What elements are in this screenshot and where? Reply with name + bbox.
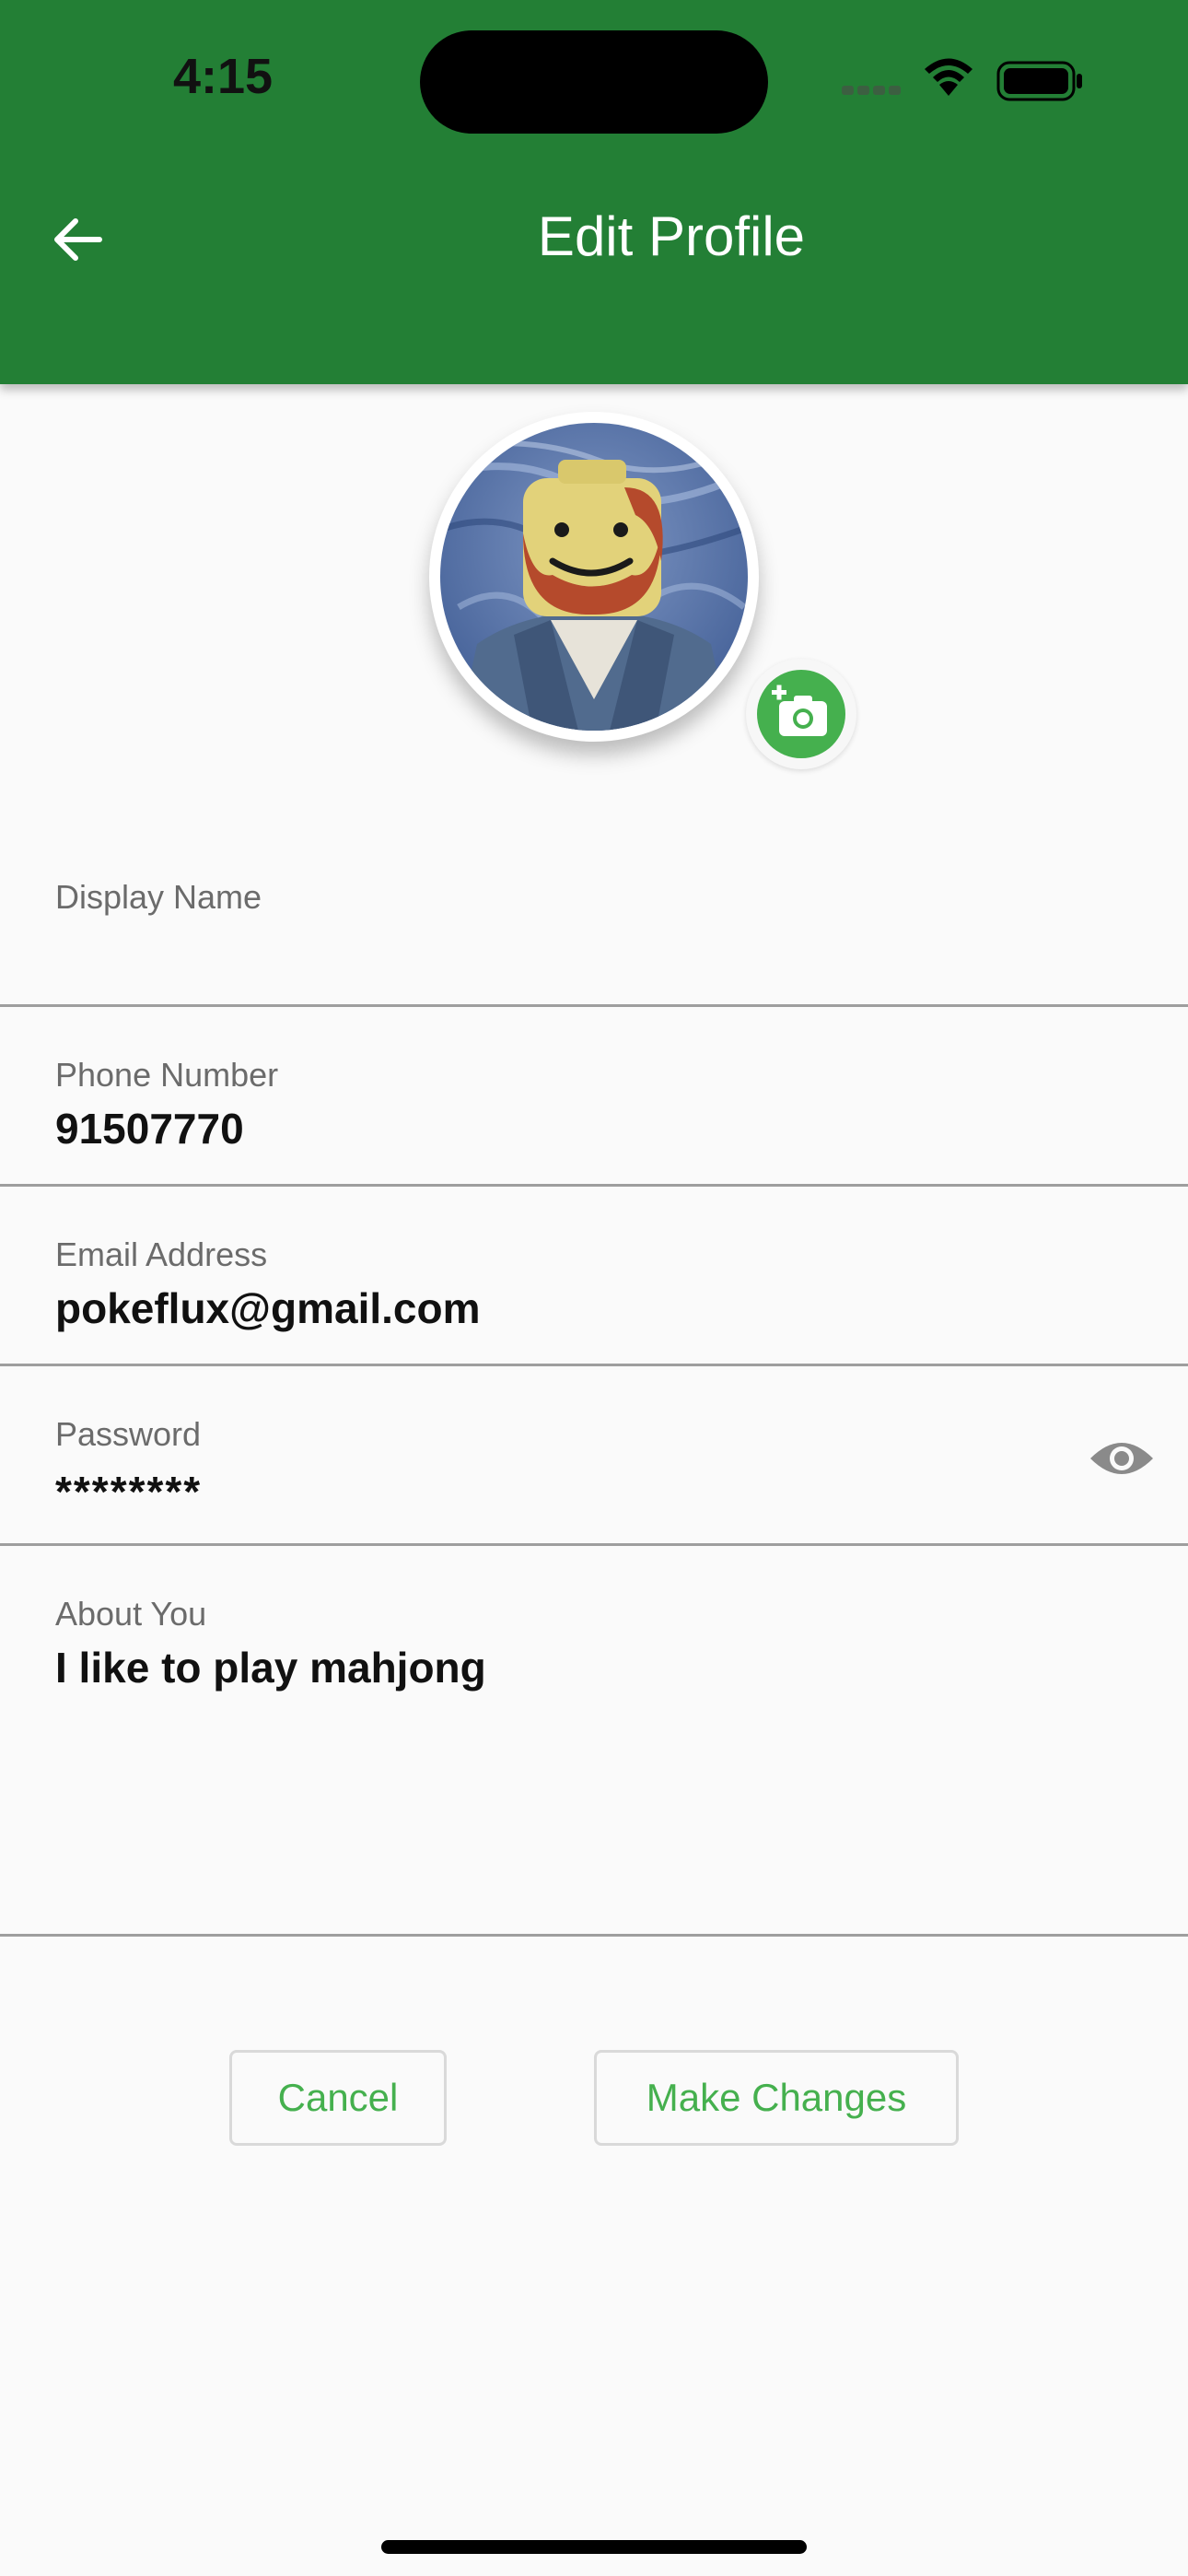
password-value: ******** bbox=[55, 1468, 203, 1516]
email-field[interactable]: Email Address pokeflux@gmail.com bbox=[0, 1184, 1188, 1366]
email-value: pokeflux@gmail.com bbox=[55, 1284, 481, 1332]
app-bar: 4:15 Edit Profile bbox=[0, 0, 1188, 384]
dynamic-island bbox=[420, 30, 768, 134]
display-name-field[interactable]: Display Name bbox=[0, 820, 1188, 1007]
about-value: I like to play mahjong bbox=[55, 1644, 486, 1692]
phone-number-field[interactable]: Phone Number 91507770 bbox=[0, 1004, 1188, 1187]
page-title: Edit Profile bbox=[537, 205, 806, 267]
avatar-image bbox=[440, 423, 748, 731]
add-photo-camera-icon bbox=[757, 670, 845, 758]
display-name-label: Display Name bbox=[55, 878, 262, 916]
change-photo-button[interactable] bbox=[746, 659, 856, 769]
password-label: Password bbox=[55, 1415, 202, 1453]
about-label: About You bbox=[55, 1595, 207, 1633]
phone-number-value: 91507770 bbox=[55, 1105, 244, 1153]
cancel-button[interactable]: Cancel bbox=[229, 2050, 447, 2146]
status-time: 4:15 bbox=[173, 49, 274, 104]
make-changes-button[interactable]: Make Changes bbox=[594, 2050, 959, 2146]
email-label: Email Address bbox=[55, 1235, 268, 1273]
phone-number-label: Phone Number bbox=[55, 1056, 279, 1094]
about-field[interactable]: About You I like to play mahjong bbox=[0, 1543, 1188, 1937]
eye-icon[interactable] bbox=[1089, 1434, 1155, 1482]
battery-icon bbox=[996, 61, 1082, 101]
cellular-signal-icon bbox=[842, 83, 904, 100]
status-icons bbox=[838, 55, 1087, 107]
avatar[interactable] bbox=[429, 412, 759, 742]
password-field[interactable]: Password ******** bbox=[0, 1364, 1188, 1546]
wifi-icon bbox=[925, 58, 973, 96]
home-indicator bbox=[381, 2540, 807, 2554]
